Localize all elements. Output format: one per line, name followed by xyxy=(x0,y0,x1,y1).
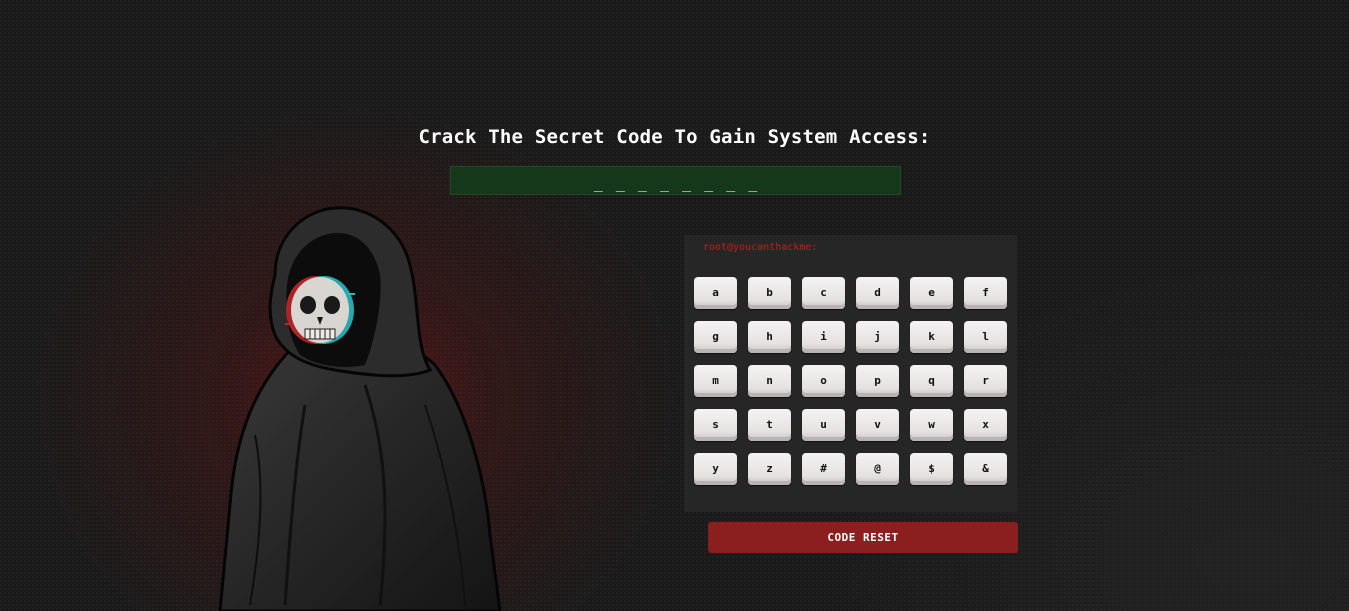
hooded-skull-figure xyxy=(218,206,502,611)
key-g[interactable]: g xyxy=(694,321,737,353)
key-o[interactable]: o xyxy=(802,365,845,397)
terminal-prompt: root@youcanthackme: xyxy=(703,242,818,253)
key-i[interactable]: i xyxy=(802,321,845,353)
key-ampersand[interactable]: & xyxy=(964,453,1007,485)
key-hash[interactable]: # xyxy=(802,453,845,485)
keypad-panel: root@youcanthackme: a b c d e f g h i j … xyxy=(684,235,1017,512)
key-l[interactable]: l xyxy=(964,321,1007,353)
key-s[interactable]: s xyxy=(694,409,737,441)
key-at[interactable]: @ xyxy=(856,453,899,485)
key-q[interactable]: q xyxy=(910,365,953,397)
key-c[interactable]: c xyxy=(802,277,845,309)
key-u[interactable]: u xyxy=(802,409,845,441)
key-t[interactable]: t xyxy=(748,409,791,441)
code-display: _ _ _ _ _ _ _ _ xyxy=(450,166,901,195)
key-x[interactable]: x xyxy=(964,409,1007,441)
key-a[interactable]: a xyxy=(694,277,737,309)
key-f[interactable]: f xyxy=(964,277,1007,309)
key-p[interactable]: p xyxy=(856,365,899,397)
key-e[interactable]: e xyxy=(910,277,953,309)
key-v[interactable]: v xyxy=(856,409,899,441)
page-title: Crack The Secret Code To Gain System Acc… xyxy=(418,126,931,148)
key-m[interactable]: m xyxy=(694,365,737,397)
key-d[interactable]: d xyxy=(856,277,899,309)
key-k[interactable]: k xyxy=(910,321,953,353)
key-n[interactable]: n xyxy=(748,365,791,397)
key-r[interactable]: r xyxy=(964,365,1007,397)
key-w[interactable]: w xyxy=(910,409,953,441)
key-j[interactable]: j xyxy=(856,321,899,353)
key-grid: a b c d e f g h i j k l m n o p q r s t … xyxy=(694,277,1007,485)
key-b[interactable]: b xyxy=(748,277,791,309)
key-dollar[interactable]: $ xyxy=(910,453,953,485)
key-y[interactable]: y xyxy=(694,453,737,485)
key-z[interactable]: z xyxy=(748,453,791,485)
code-reset-button[interactable]: CODE RESET xyxy=(708,522,1018,553)
key-h[interactable]: h xyxy=(748,321,791,353)
